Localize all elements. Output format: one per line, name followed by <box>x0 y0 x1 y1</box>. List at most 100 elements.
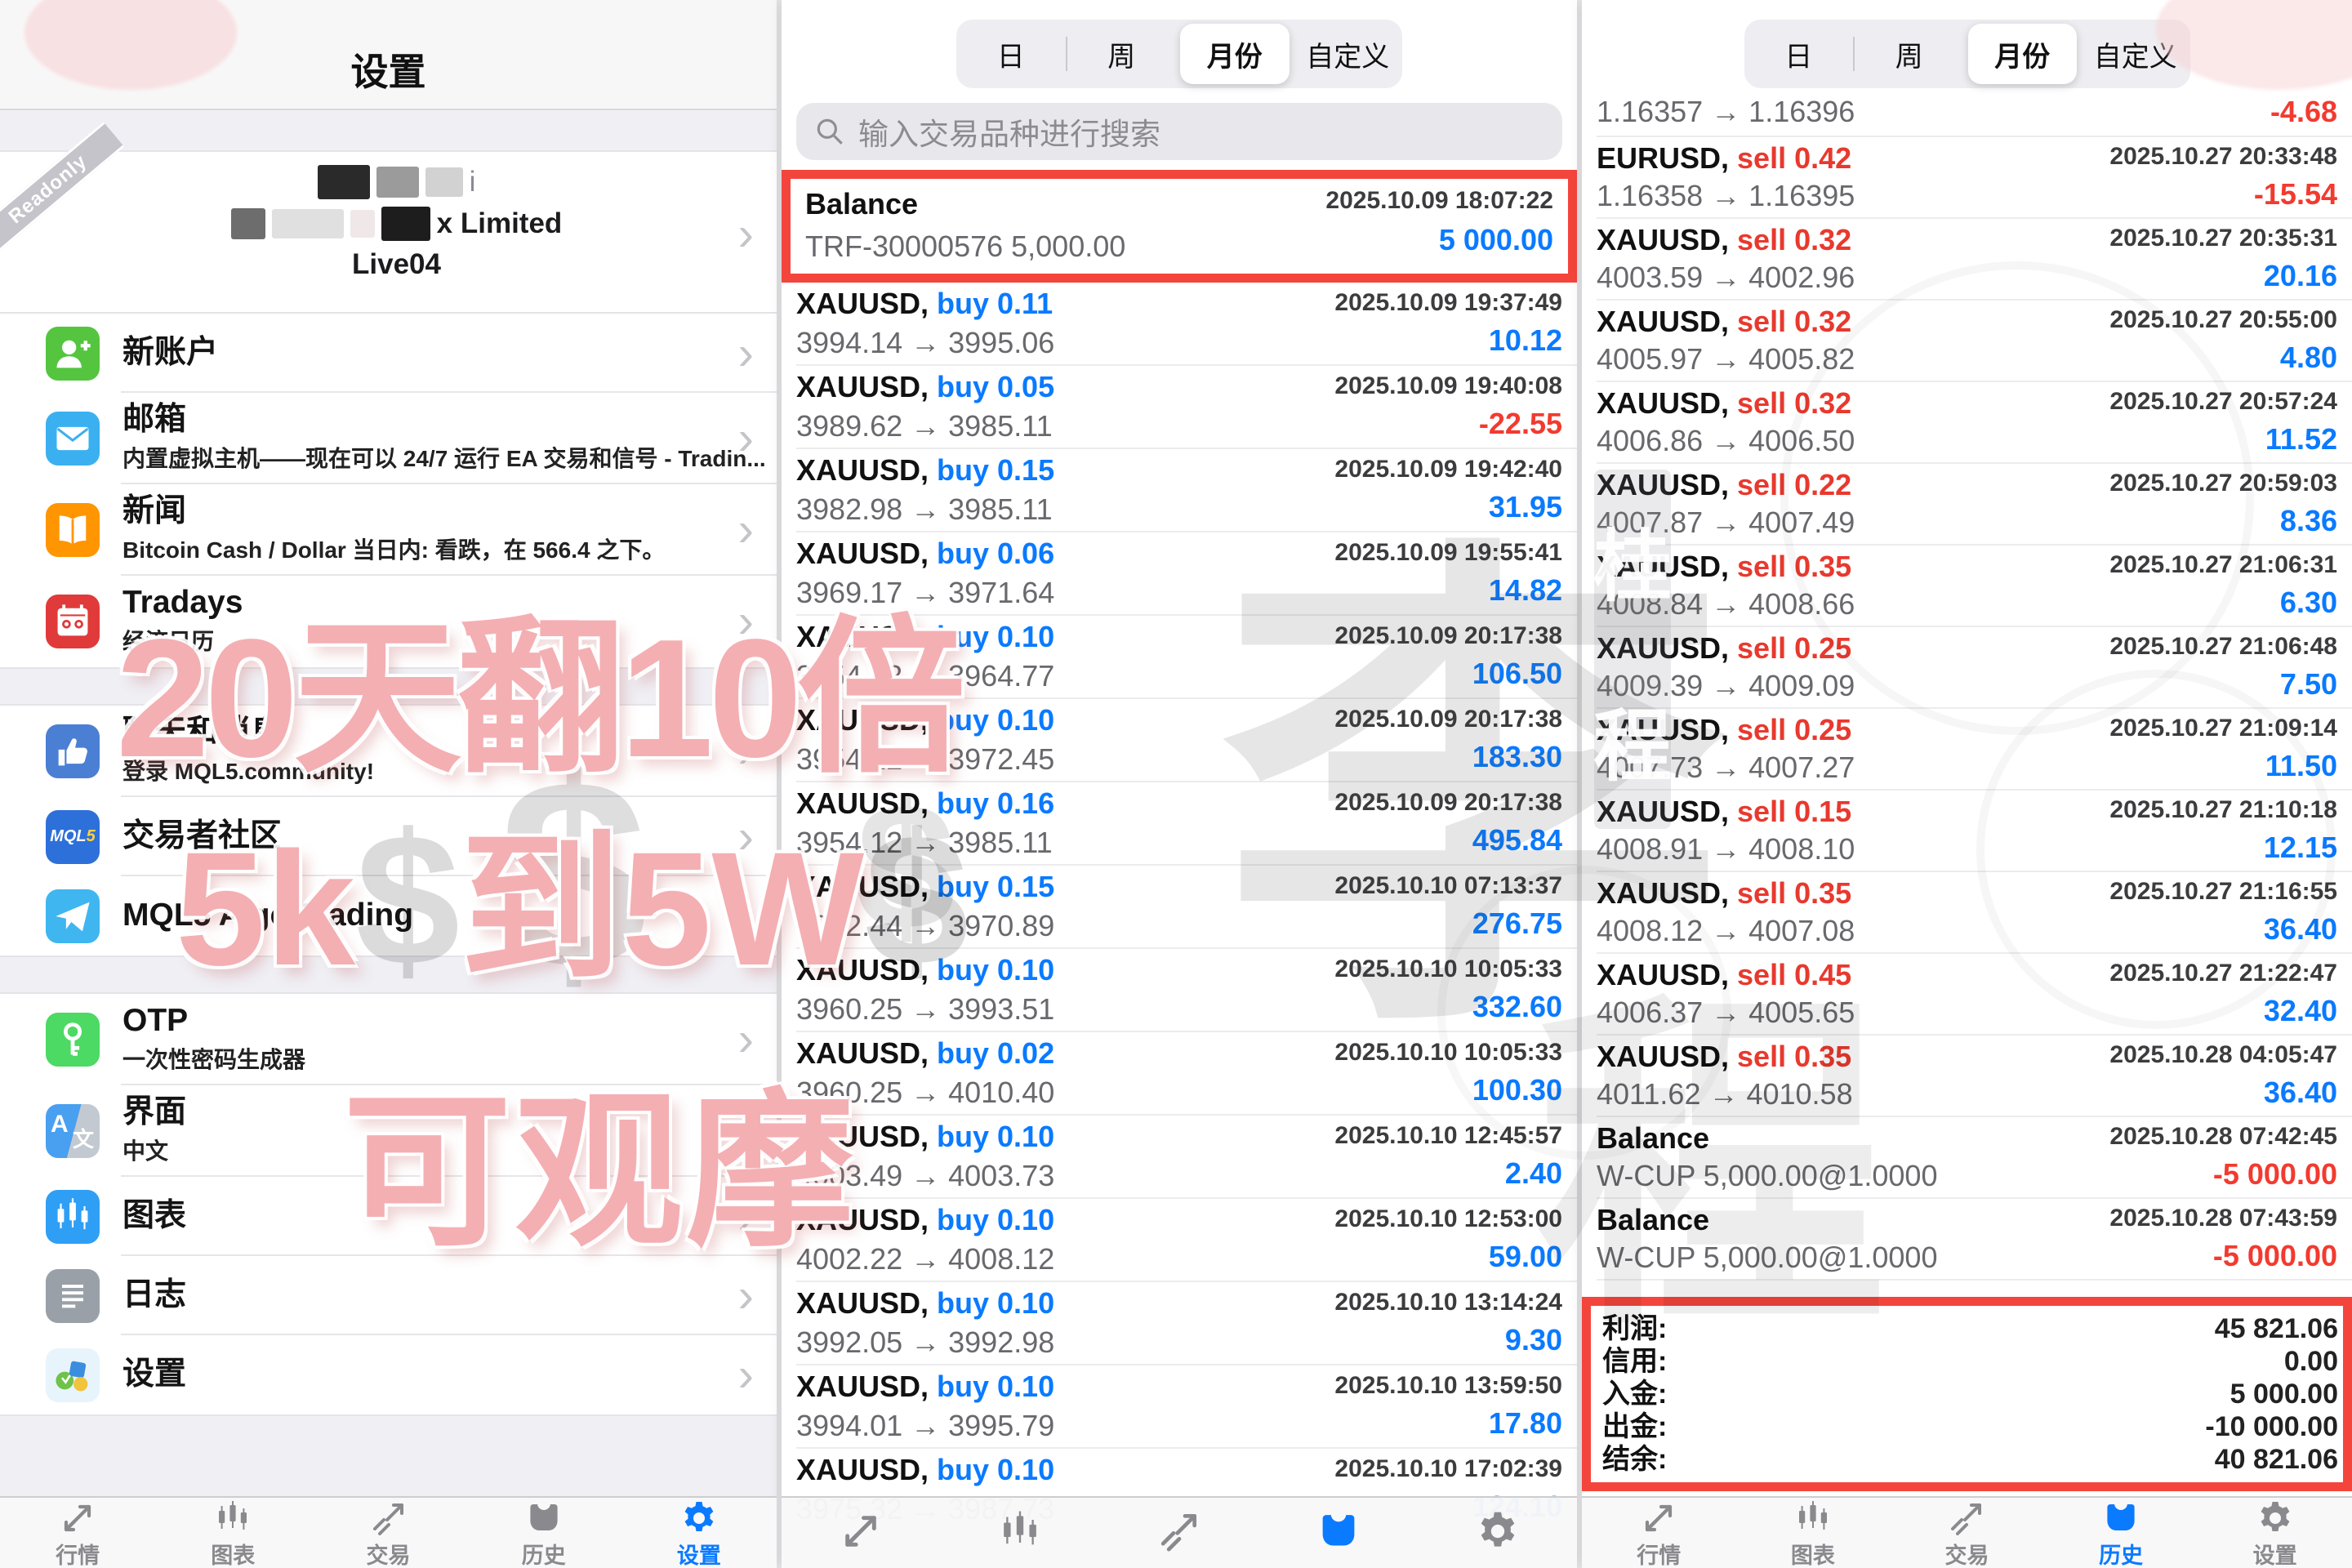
settings-item-journal[interactable]: 日志› <box>0 1256 777 1335</box>
trade-time: 2025.10.27 21:22:47 <box>2109 960 2337 987</box>
tab-history[interactable]: 历史 <box>2044 1498 2198 1568</box>
chevron-right-icon: › <box>738 1272 754 1320</box>
trade-prices: 4002.22 → 4008.12 <box>796 1242 1054 1276</box>
trade-row[interactable]: XAUUSD, buy 0.163954.12 → 3985.112025.10… <box>796 782 1577 866</box>
tab-settings[interactable] <box>1418 1498 1577 1568</box>
trade-row[interactable]: XAUUSD, buy 0.103992.05 → 3992.982025.10… <box>796 1282 1577 1365</box>
chevron-right-icon: › <box>738 1107 754 1155</box>
chevron-right-icon: › <box>738 1193 754 1241</box>
summary-value: -10 000.00 <box>2205 1410 2338 1443</box>
tab-trade[interactable]: 交易 <box>310 1498 466 1568</box>
trade-row[interactable]: EURUSD, sell 0.421.16358 → 1.163952025.1… <box>1597 137 2352 219</box>
trade-row[interactable]: XAUUSD, sell 0.254009.39 → 4009.092025.1… <box>1597 627 2352 709</box>
tab-label: 历史 <box>2099 1545 2143 1567</box>
trade-row[interactable]: XAUUSD, sell 0.354008.12 → 4007.082025.1… <box>1597 872 2352 954</box>
trade-row[interactable]: XAUUSD, sell 0.324005.97 → 4005.822025.1… <box>1597 301 2352 382</box>
tab-settings[interactable]: 设置 <box>2198 1498 2352 1568</box>
trade-row[interactable]: XAUUSD, buy 0.103954.12 → 3964.772025.10… <box>796 616 1577 699</box>
trade-row[interactable]: XAUUSD, buy 0.103954.12 → 3972.452025.10… <box>796 699 1577 782</box>
trade-row[interactable]: XAUUSD, buy 0.103994.01 → 3995.792025.10… <box>796 1365 1577 1449</box>
settings-item-interface[interactable]: A文界面中文› <box>0 1085 777 1177</box>
item-label: 日志 <box>122 1279 777 1312</box>
settings-item-tradays[interactable]: Tradays经济日历› <box>0 576 777 667</box>
period-segmented-control: 日周月份自定义 <box>1582 20 2352 88</box>
settings-item-mailbox[interactable]: 邮箱内置虚拟主机——现在可以 24/7 运行 EA 交易和信号 - Tradin… <box>0 393 777 484</box>
trade-profit: 183.30 <box>1472 740 1562 774</box>
period-tab-1[interactable]: 周 <box>1855 20 1964 88</box>
period-tab-2[interactable]: 月份 <box>1180 24 1290 84</box>
item-label: 图表 <box>122 1200 777 1233</box>
tab-trade[interactable]: 交易 <box>1890 1498 2044 1568</box>
trade-time: 2025.10.27 21:06:48 <box>2109 633 2337 661</box>
trade-row[interactable]: XAUUSD, buy 0.053989.62 → 3985.112025.10… <box>796 366 1577 449</box>
trade-row[interactable]: XAUUSD, sell 0.354008.84 → 4008.662025.1… <box>1597 546 2352 627</box>
summary-label: 入金: <box>1602 1378 1667 1410</box>
trade-row[interactable]: XAUUSD, sell 0.254007.73 → 4007.272025.1… <box>1597 709 2352 791</box>
balance-row[interactable]: BalanceW-CUP 5,000.00@1.00002025.10.28 0… <box>1597 1199 2352 1281</box>
partial-trade-row[interactable]: 1.16357 → 1.16396 -4.68 <box>1597 88 2352 137</box>
period-tab-0[interactable]: 日 <box>1744 20 1854 88</box>
journal-icon <box>46 1269 100 1323</box>
balance-amount: 5 000.00 <box>1439 223 1553 257</box>
trade-row[interactable]: XAUUSD, buy 0.104002.22 → 4008.122025.10… <box>796 1199 1577 1282</box>
chevron-right-icon: › <box>738 1016 754 1063</box>
tab-settings[interactable]: 设置 <box>621 1498 777 1568</box>
tab-charts[interactable]: 图表 <box>1736 1498 1891 1568</box>
settings-item-new-account[interactable]: 新账户› <box>0 314 777 393</box>
settings-item-algo-trading[interactable]: MQL5 Algo Trading› <box>0 876 777 956</box>
tab-charts[interactable] <box>941 1498 1100 1568</box>
period-tab-1[interactable]: 周 <box>1067 20 1177 88</box>
tab-history[interactable] <box>1258 1498 1418 1568</box>
settings-item-community[interactable]: MQL5交易者社区› <box>0 797 777 876</box>
tab-quotes[interactable]: 行情 <box>1582 1498 1736 1568</box>
trade-row[interactable]: XAUUSD, sell 0.154008.91 → 4008.102025.1… <box>1597 791 2352 872</box>
trade-row[interactable]: XAUUSD, buy 0.023960.25 → 4010.402025.10… <box>796 1032 1577 1116</box>
tab-history[interactable]: 历史 <box>466 1498 621 1568</box>
settings-item-settings[interactable]: 设置› <box>0 1335 777 1414</box>
trade-row[interactable]: XAUUSD, sell 0.324006.86 → 4006.502025.1… <box>1597 382 2352 464</box>
trade-row[interactable]: XAUUSD, buy 0.153982.98 → 3985.112025.10… <box>796 449 1577 532</box>
trade-row[interactable]: XAUUSD, sell 0.324003.59 → 4002.962025.1… <box>1597 219 2352 301</box>
balance-amount: -5 000.00 <box>2213 1239 2337 1273</box>
tab-charts[interactable]: 图表 <box>155 1498 310 1568</box>
balance-row[interactable]: BalanceW-CUP 5,000.00@1.00002025.10.28 0… <box>1597 1117 2352 1199</box>
balance-row[interactable]: Balance TRF-30000576 5,000.00 2025.10.09… <box>791 179 1568 274</box>
period-tab-0[interactable]: 日 <box>956 20 1066 88</box>
trade-prices: 4011.62 → 4010.58 <box>1597 1077 1853 1111</box>
trade-row[interactable]: XAUUSD, sell 0.354011.62 → 4010.582025.1… <box>1597 1036 2352 1117</box>
account-row[interactable]: Readonly i x Limited Live04 › <box>0 152 777 314</box>
trade-profit: -22.55 <box>1479 407 1562 441</box>
trade-prices: 3969.17 → 3971.64 <box>796 576 1054 610</box>
trade-profit: 11.50 <box>2265 749 2337 783</box>
tab-quotes[interactable] <box>782 1498 941 1568</box>
trade-row[interactable]: XAUUSD, sell 0.224007.87 → 4007.492025.1… <box>1597 464 2352 546</box>
summary-label: 信用: <box>1602 1345 1667 1378</box>
settings-item-otp[interactable]: OTP一次性密码生成器› <box>0 994 777 1085</box>
trade-row[interactable]: XAUUSD, sell 0.454006.37 → 4005.652025.1… <box>1597 954 2352 1036</box>
trade-profit: 17.80 <box>1489 1406 1562 1441</box>
tab-quotes[interactable]: 行情 <box>0 1498 155 1568</box>
trade-symbol: XAUUSD, buy 0.10 <box>796 620 1054 654</box>
quotes-icon <box>838 1508 884 1558</box>
trade-symbol: XAUUSD, buy 0.10 <box>796 1120 1054 1154</box>
settings-item-chat[interactable]: 聊天和消息登录 MQL5.community!› <box>0 706 777 797</box>
trade-row[interactable]: XAUUSD, buy 0.104003.49 → 4003.732025.10… <box>796 1116 1577 1199</box>
trade-row[interactable]: XAUUSD, buy 0.113994.14 → 3995.062025.10… <box>796 283 1577 366</box>
settings-item-charts[interactable]: 图表› <box>0 1177 777 1256</box>
period-tab-3[interactable]: 自定义 <box>2081 20 2190 88</box>
trade-symbol: XAUUSD, buy 0.10 <box>796 1203 1054 1237</box>
trade-history-list: XAUUSD, buy 0.113994.14 → 3995.062025.10… <box>782 283 1577 1532</box>
settings-item-news[interactable]: 新闻Bitcoin Cash / Dollar 当日内: 看跌，在 566.4 … <box>0 484 777 576</box>
period-tab-3[interactable]: 自定义 <box>1294 20 1403 88</box>
trade-time: 2025.10.10 10:05:33 <box>1334 956 1562 983</box>
trade-icon <box>369 1499 408 1542</box>
trade-row[interactable]: XAUUSD, buy 0.153952.44 → 3970.892025.10… <box>796 866 1577 949</box>
thumbsup-icon <box>46 724 100 778</box>
period-tab-2[interactable]: 月份 <box>1968 24 2078 84</box>
trade-prices: 3954.12 → 3964.77 <box>796 659 1054 693</box>
search-input[interactable]: 输入交易品种进行搜索 <box>796 103 1562 160</box>
item-label: OTP <box>122 1004 777 1038</box>
trade-row[interactable]: XAUUSD, buy 0.103960.25 → 3993.512025.10… <box>796 949 1577 1032</box>
trade-row[interactable]: XAUUSD, buy 0.063969.17 → 3971.642025.10… <box>796 532 1577 616</box>
tab-trade[interactable] <box>1100 1498 1259 1568</box>
